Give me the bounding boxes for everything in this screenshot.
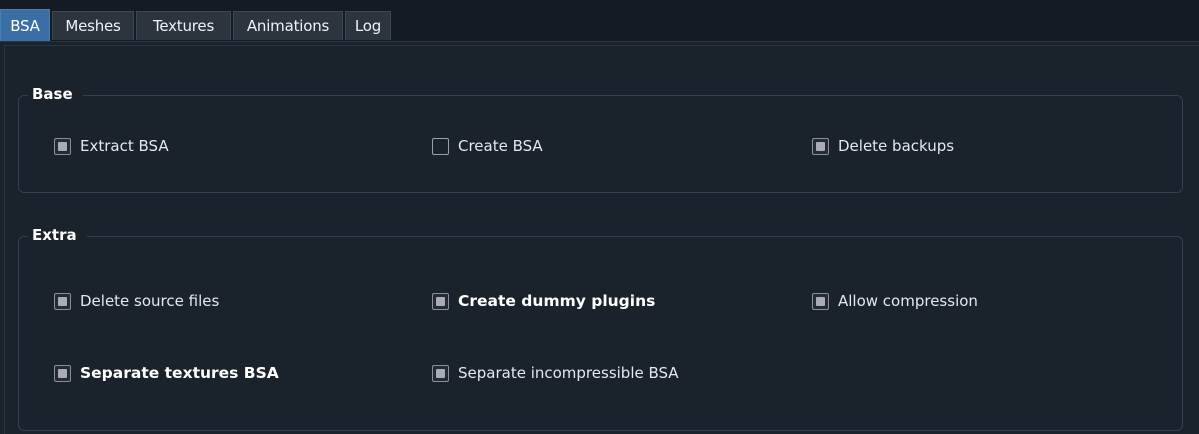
tab-bsa[interactable]: BSA xyxy=(0,9,50,41)
checkbox-separate-incompressible-bsa-box[interactable] xyxy=(432,364,449,382)
checkbox-separate-incompressible-bsa-label: Separate incompressible BSA xyxy=(458,364,679,382)
checkbox-delete-backups-label: Delete backups xyxy=(838,137,955,155)
group-base-title: Base xyxy=(28,85,83,103)
tab-log[interactable]: Log xyxy=(345,11,391,40)
tab-bar: BSA Meshes Textures Animations Log xyxy=(0,0,1199,42)
tab-animations[interactable]: Animations xyxy=(233,11,343,40)
checkbox-delete-source-files[interactable]: Delete source files xyxy=(54,289,219,313)
checkbox-extract-bsa[interactable]: Extract BSA xyxy=(54,134,169,158)
checkbox-separate-textures-bsa-label: Separate textures BSA xyxy=(80,364,279,382)
checkbox-extract-bsa-label: Extract BSA xyxy=(80,137,169,155)
checkbox-extract-bsa-box[interactable] xyxy=(54,137,71,155)
checkbox-create-bsa-label: Create BSA xyxy=(458,137,543,155)
checkbox-separate-incompressible-bsa[interactable]: Separate incompressible BSA xyxy=(432,361,679,385)
checkbox-create-dummy-plugins-label: Create dummy plugins xyxy=(458,292,656,310)
checkbox-delete-backups[interactable]: Delete backups xyxy=(812,134,954,158)
checkbox-separate-textures-bsa[interactable]: Separate textures BSA xyxy=(54,361,279,385)
checkbox-separate-textures-bsa-box[interactable] xyxy=(54,364,71,382)
checkbox-delete-source-files-box[interactable] xyxy=(54,292,71,310)
checkbox-delete-source-files-label: Delete source files xyxy=(80,292,220,310)
tab-meshes[interactable]: Meshes xyxy=(52,11,134,40)
checkbox-allow-compression-box[interactable] xyxy=(812,292,829,310)
tab-textures[interactable]: Textures xyxy=(136,11,231,40)
checkbox-delete-backups-box[interactable] xyxy=(812,137,829,155)
checkbox-create-bsa-box[interactable] xyxy=(432,137,449,155)
checkbox-create-bsa[interactable]: Create BSA xyxy=(432,134,543,158)
group-extra-title: Extra xyxy=(28,226,87,244)
checkbox-create-dummy-plugins-box[interactable] xyxy=(432,292,449,310)
checkbox-allow-compression-label: Allow compression xyxy=(838,292,978,310)
checkbox-create-dummy-plugins[interactable]: Create dummy plugins xyxy=(432,289,655,313)
group-extra xyxy=(18,236,1183,431)
group-base xyxy=(18,95,1183,193)
checkbox-allow-compression[interactable]: Allow compression xyxy=(812,289,978,313)
